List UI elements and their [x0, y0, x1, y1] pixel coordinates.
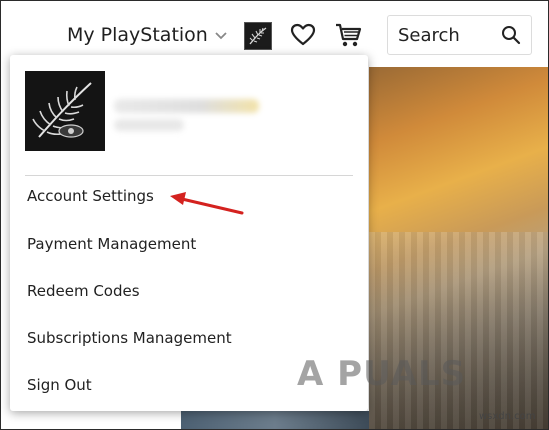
chevron-down-icon — [215, 32, 227, 40]
appuals-watermark: A PUALS — [297, 354, 467, 394]
cart-icon[interactable] — [334, 22, 362, 48]
avatar[interactable] — [244, 22, 272, 50]
menu-item-payment-management[interactable]: Payment Management — [27, 233, 196, 255]
menu-item-subscriptions-management[interactable]: Subscriptions Management — [27, 327, 232, 349]
fern-avatar-image — [245, 23, 271, 49]
dropdown-divider — [25, 175, 353, 176]
annotation-arrow-icon — [170, 192, 244, 215]
my-playstation-menu[interactable]: My PlayStation — [67, 22, 228, 48]
search-label: Search — [398, 24, 460, 46]
screenshot-frame: My PlayStation Search Account Settings P… — [0, 0, 549, 430]
menu-item-redeem-codes[interactable]: Redeem Codes — [27, 280, 140, 302]
search-icon[interactable] — [501, 25, 521, 45]
search-box[interactable]: Search — [387, 15, 532, 55]
fern-moth-avatar-image — [25, 71, 105, 151]
site-watermark: wsxdn.com — [479, 411, 536, 422]
menu-item-sign-out[interactable]: Sign Out — [27, 374, 92, 396]
redacted-user-detail — [114, 119, 184, 131]
heart-icon[interactable] — [290, 23, 316, 47]
my-playstation-label: My PlayStation — [67, 24, 208, 46]
menu-item-account-settings[interactable]: Account Settings — [27, 185, 154, 207]
hero-art-strip — [181, 411, 369, 429]
redacted-username — [114, 99, 259, 113]
profile-avatar[interactable] — [25, 71, 105, 151]
